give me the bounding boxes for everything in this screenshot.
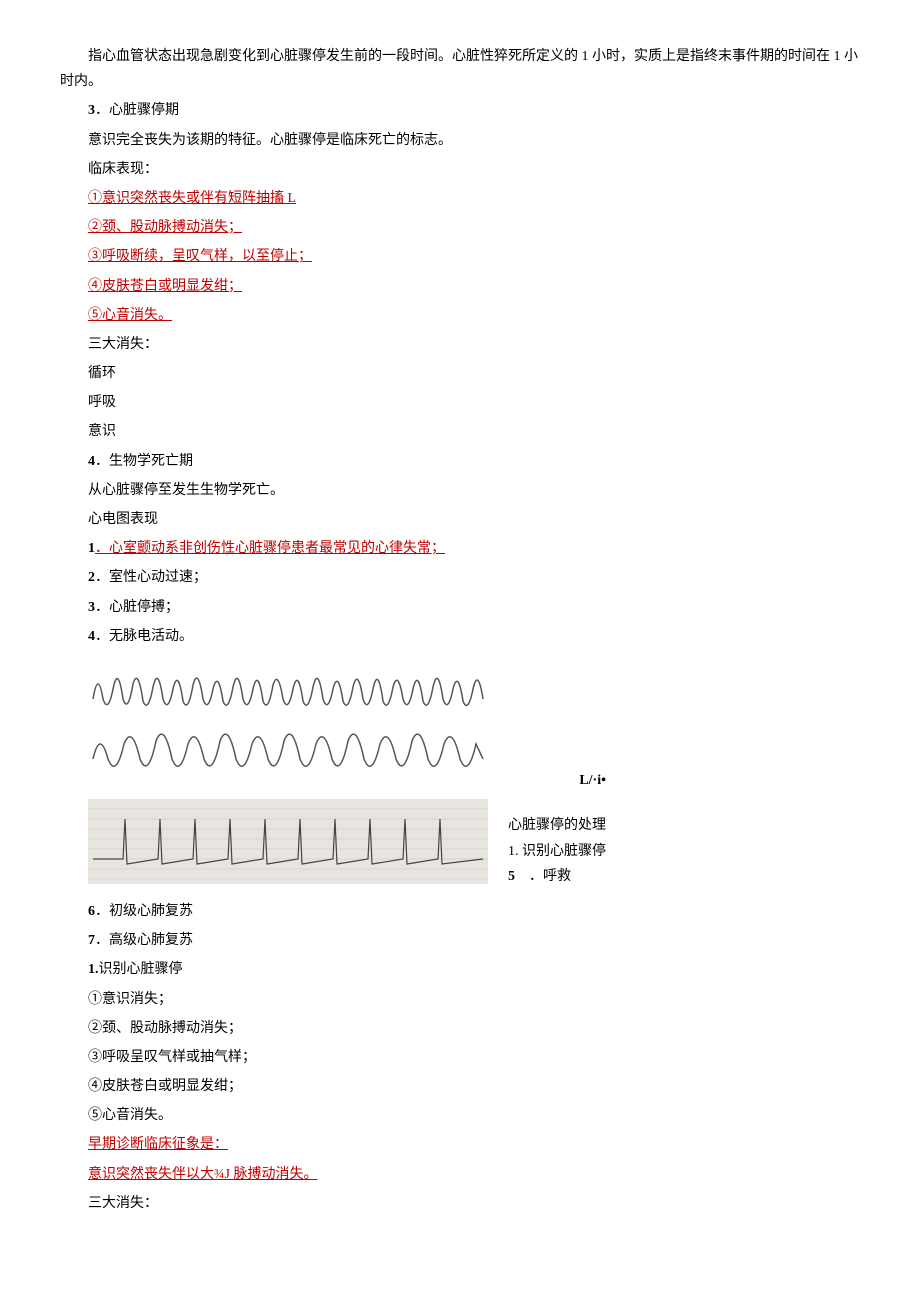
side-line-3-text: ．呼救 [529, 869, 571, 884]
list-item-4: 4．无脉电活动。 [60, 624, 860, 649]
paragraph-4: 三大消失： [60, 332, 860, 357]
red-item-7-text: 意识突然丧失伴以大¾J 脉搏动消失。 [88, 1167, 317, 1182]
paragraph-6: 呼吸 [60, 390, 860, 415]
red-item-5-text: ⑤心音消失。 [88, 308, 172, 323]
paragraph-10: 1.1.识别心脏骤停识别心脏骤停 [60, 957, 860, 982]
red-item-5: ⑤心音消失。 [60, 303, 860, 328]
list-item-2: 2．室性心动过速； [60, 565, 860, 590]
red-item-6: 早期诊断临床征象是： [60, 1132, 860, 1157]
heading-3: 3．心脏骤停期 [60, 98, 860, 123]
list-item-7-num: 7 [88, 933, 95, 948]
paragraph-14: ④皮肤苍白或明显发绀； [60, 1074, 860, 1099]
list-item-2-num: 2 [88, 570, 95, 585]
heading-4-num: 4 [88, 454, 95, 469]
list-item-7: 7．高级心肺复苏 [60, 928, 860, 953]
paragraph-3: 临床表现： [60, 157, 860, 182]
side-line-1: 心脏骤停的处理 [508, 813, 606, 838]
ecg-block: L/·i• 心脏骤停的处理 1. 识别心脏骤停 5 ．呼救 [88, 659, 860, 889]
heading-4-text: ．生物学死亡期 [95, 454, 193, 469]
paragraph-12: ②颈、股动脉搏动消失； [60, 1016, 860, 1041]
red-item-6-text: 早期诊断临床征象是： [88, 1137, 228, 1152]
red-item-2: ②颈、股动脉搏动消失； [60, 215, 860, 240]
list-item-4-text: ．无脉电活动。 [95, 629, 193, 644]
list-item-6-text: ．初级心肺复苏 [95, 904, 193, 919]
side-line-2: 1. 识别心脏骤停 [508, 839, 606, 864]
paragraph-5: 循环 [60, 361, 860, 386]
list-item-7-text: ．高级心肺复苏 [95, 933, 193, 948]
list-item-3-text: ．心脏停搏； [95, 600, 179, 615]
side-line-3-num: 5 [508, 869, 515, 884]
list-item-1-num: 1 [88, 541, 95, 556]
list-item-6-num: 6 [88, 904, 95, 919]
red-item-3-text: ③呼吸断续，呈叹气样，以至停止； [88, 249, 312, 264]
paragraph-2: 意识完全丧失为该期的特征。心脏骤停是临床死亡的标志。 [60, 128, 860, 153]
side-line-3: 5 ．呼救 [508, 864, 606, 889]
red-item-2-text: ②颈、股动脉搏动消失； [88, 220, 242, 235]
red-item-4: ④皮肤苍白或明显发绀； [60, 274, 860, 299]
list-item-4-num: 4 [88, 629, 95, 644]
list-item-6: 6．初级心肺复苏 [60, 899, 860, 924]
ecg-image [88, 659, 488, 889]
paragraph-9: 心电图表现 [60, 507, 860, 532]
list-item-1: 1．心室颤动系非创伤性心脏骤停患者最常见的心律失常； [60, 536, 860, 561]
list-item-3-num: 3 [88, 600, 95, 615]
paragraph-11: ①意识消失； [60, 987, 860, 1012]
list-item-1-text: ．心室颤动系非创伤性心脏骤停患者最常见的心律失常； [95, 541, 445, 556]
paragraph-16: 三大消失： [60, 1191, 860, 1216]
red-item-7: 意识突然丧失伴以大¾J 脉搏动消失。 [60, 1162, 860, 1187]
side-marker: L/·i• [508, 768, 606, 793]
red-item-1-text: ①意识突然丧失或伴有短阵抽搐 L [88, 191, 296, 206]
list-item-2-text: ．室性心动过速； [95, 570, 207, 585]
heading-4: 4．生物学死亡期 [60, 449, 860, 474]
paragraph-8: 从心脏骤停至发生生物学死亡。 [60, 478, 860, 503]
paragraph-intro: 指心血管状态出现急剧变化到心脏骤停发生前的一段时间。心脏性猝死所定义的 1 小时… [60, 44, 860, 94]
paragraph-7: 意识 [60, 419, 860, 444]
ecg-side-text: L/·i• 心脏骤停的处理 1. 识别心脏骤停 5 ．呼救 [508, 768, 606, 889]
red-item-1: ①意识突然丧失或伴有短阵抽搐 L [60, 186, 860, 211]
red-item-4-text: ④皮肤苍白或明显发绀； [88, 279, 242, 294]
paragraph-13: ③呼吸呈叹气样或抽气样； [60, 1045, 860, 1070]
heading-3-num: 3 [88, 103, 95, 118]
heading-3-text: ．心脏骤停期 [95, 103, 179, 118]
paragraph-15: ⑤心音消失。 [60, 1103, 860, 1128]
list-item-3: 3．心脏停搏； [60, 595, 860, 620]
red-item-3: ③呼吸断续，呈叹气样，以至停止； [60, 244, 860, 269]
